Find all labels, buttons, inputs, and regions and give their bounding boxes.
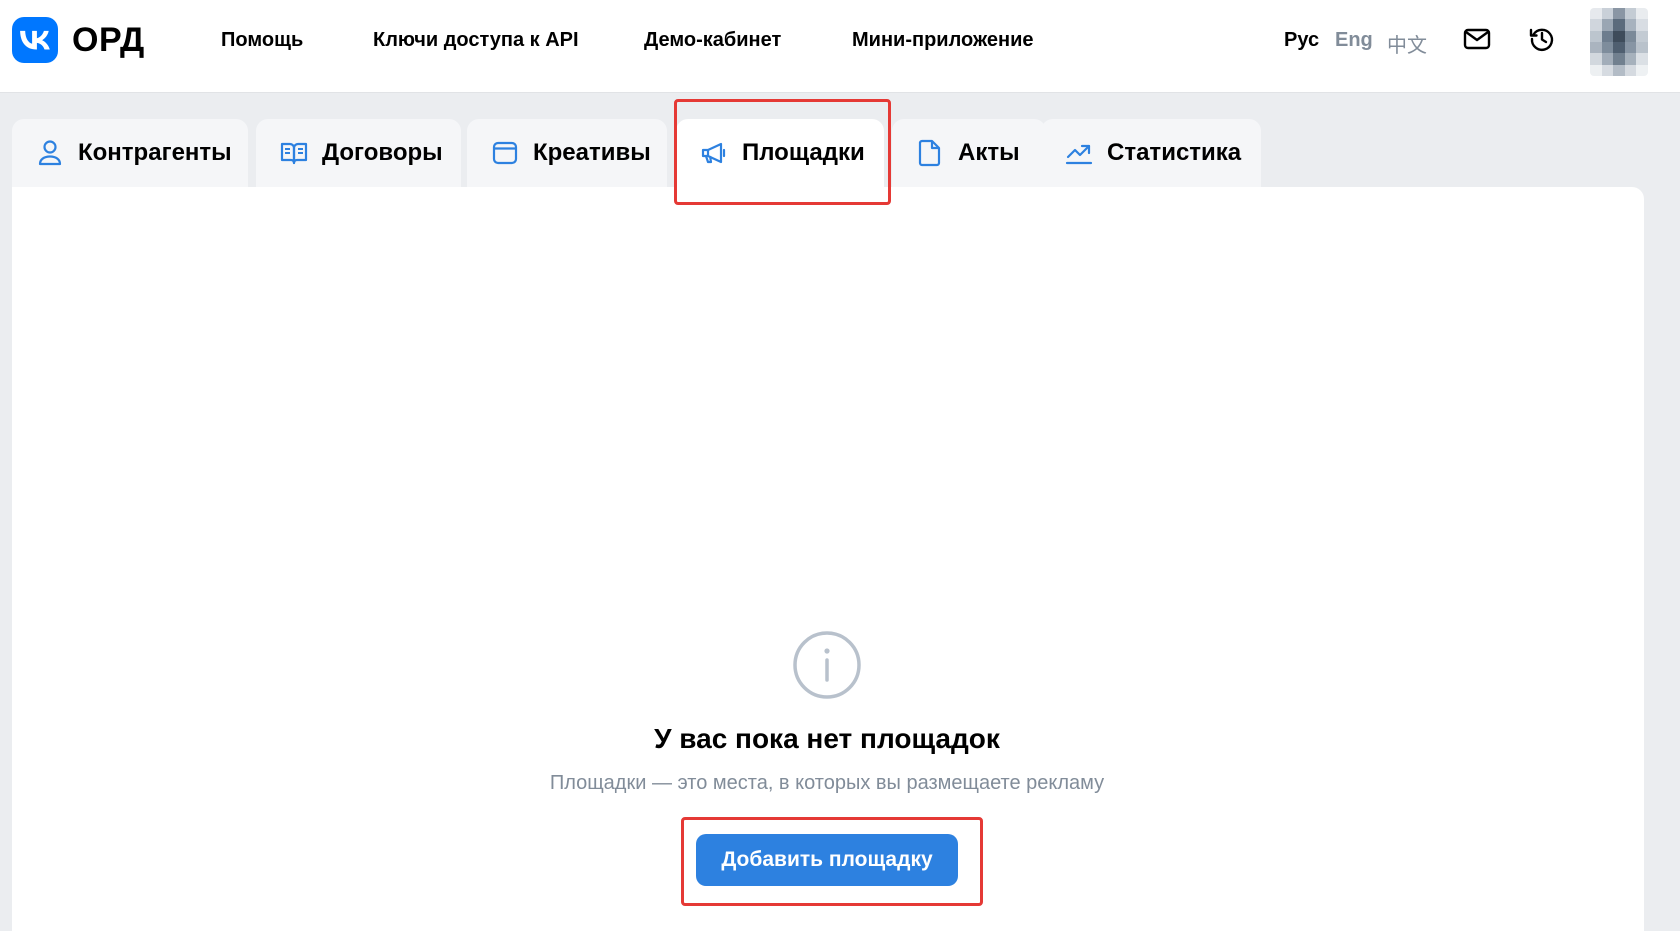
nav-mini-app[interactable]: Мини-приложение: [852, 29, 1034, 52]
tab-counterparties[interactable]: Контрагенты: [12, 119, 248, 187]
nav-help[interactable]: Помощь: [221, 29, 303, 52]
tab-platforms[interactable]: Площадки: [676, 119, 884, 187]
chart-up-icon: [1065, 139, 1093, 167]
tab-label: Акты: [958, 139, 1020, 166]
vk-logo-icon: [12, 17, 58, 63]
nav-api-keys[interactable]: Ключи доступа к API: [373, 29, 579, 52]
tab-label: Статистика: [1107, 139, 1242, 166]
lang-ru[interactable]: Рус: [1284, 29, 1319, 52]
empty-state-title: У вас пока нет площадок: [654, 723, 1000, 754]
tab-acts[interactable]: Акты: [892, 119, 1046, 187]
logo-text: ОРД: [72, 20, 145, 59]
add-platform-button[interactable]: Добавить площадку: [696, 834, 958, 886]
window-icon: [491, 139, 519, 167]
tab-label: Договоры: [322, 139, 443, 166]
mail-icon[interactable]: [1462, 24, 1492, 54]
lang-en[interactable]: Eng: [1335, 29, 1373, 52]
tab-label: Креативы: [533, 139, 651, 166]
main-panel: [12, 187, 1644, 931]
tab-statistics[interactable]: Статистика: [1041, 119, 1261, 187]
tab-label: Контрагенты: [78, 139, 232, 166]
megaphone-icon: [700, 139, 728, 167]
tab-creatives[interactable]: Креативы: [467, 119, 667, 187]
avatar[interactable]: [1590, 8, 1648, 76]
nav-demo-cabinet[interactable]: Демо-кабинет: [644, 29, 781, 52]
top-header: ОРД Помощь Ключи доступа к API Демо-каби…: [0, 0, 1680, 92]
vk-ord-logo[interactable]: ОРД: [12, 17, 145, 63]
empty-state-subtitle: Площадки — это места, в которых вы разме…: [549, 772, 1105, 794]
lang-zh[interactable]: 中文: [1387, 29, 1427, 58]
tab-contracts[interactable]: Договоры: [256, 119, 461, 187]
person-icon: [36, 139, 64, 167]
history-icon[interactable]: [1527, 24, 1557, 54]
book-icon: [280, 139, 308, 167]
document-icon: [916, 139, 944, 167]
info-icon: [792, 630, 862, 700]
tab-label: Площадки: [742, 139, 865, 166]
